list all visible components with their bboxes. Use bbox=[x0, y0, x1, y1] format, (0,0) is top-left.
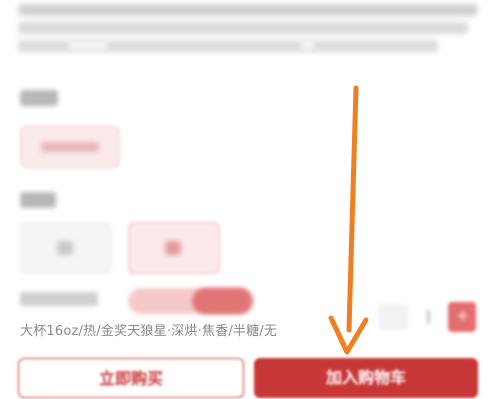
price-label bbox=[20, 292, 98, 306]
price-pill-highlight bbox=[192, 288, 252, 314]
cup-option-large[interactable] bbox=[20, 126, 120, 168]
quantity-value bbox=[418, 304, 440, 330]
quantity-decrease-button[interactable] bbox=[378, 304, 408, 330]
quantity-increase-button[interactable]: + bbox=[448, 302, 476, 332]
add-to-cart-button[interactable]: 加入购物车 bbox=[254, 358, 478, 398]
cup-option-label bbox=[41, 142, 99, 152]
temperature-option-selected[interactable] bbox=[128, 222, 220, 274]
plus-icon: + bbox=[456, 306, 470, 325]
selected-spec-summary: 大杯16oz/热/金奖天狼星·深烘·焦香/半糖/无 bbox=[20, 324, 278, 339]
temperature-option-hot-label bbox=[57, 241, 73, 255]
cup-section-label bbox=[20, 90, 58, 106]
price-row bbox=[20, 288, 480, 314]
buy-now-button[interactable]: 立即购买 bbox=[18, 358, 244, 398]
temperature-option-selected-label bbox=[165, 241, 181, 255]
temperature-option-hot[interactable] bbox=[20, 222, 112, 274]
temperature-section-label bbox=[20, 192, 56, 208]
